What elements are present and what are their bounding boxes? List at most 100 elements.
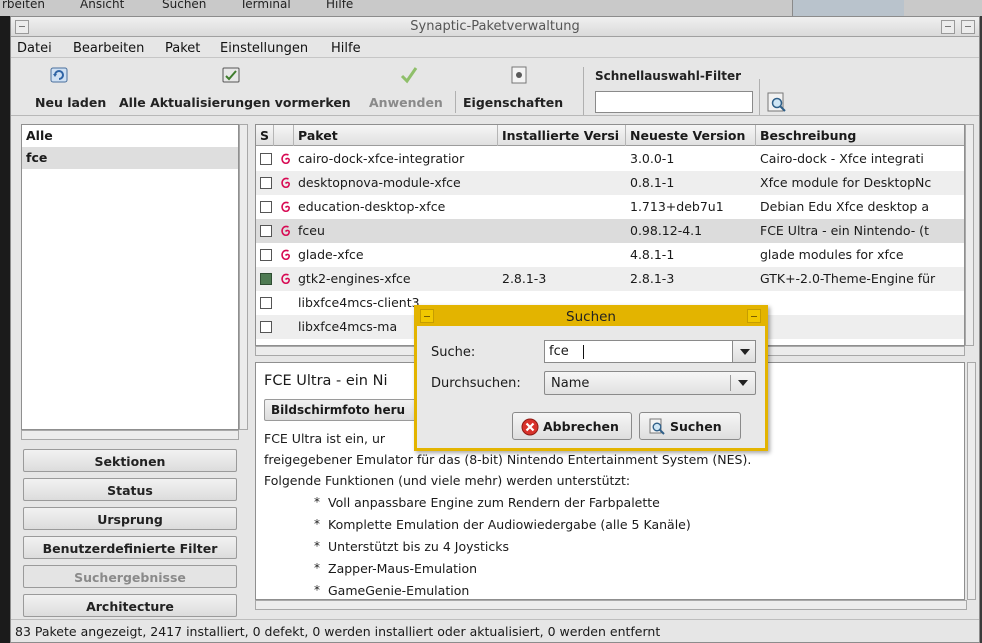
checkmark-icon bbox=[400, 67, 418, 84]
dialog-close-button[interactable] bbox=[747, 309, 761, 323]
column-header-support[interactable] bbox=[274, 125, 294, 146]
table-row[interactable]: cairo-dock-xfce-integratior 3.0.0-1 Cairo-… bbox=[256, 147, 964, 171]
search-input[interactable]: fce bbox=[544, 340, 742, 363]
package-status-checkbox[interactable] bbox=[260, 225, 272, 237]
package-name: education-desktop-xfce bbox=[298, 199, 446, 214]
table-row[interactable]: education-desktop-xfce 1.713+deb7u1 Debian… bbox=[256, 195, 964, 219]
search-dialog: Suchen Suche: fce Durchsuchen: Name Abbr… bbox=[414, 305, 768, 451]
menu-bearbeiten[interactable]: Bearbeiten bbox=[73, 41, 144, 56]
table-header: S Paket Installierte Versi Neueste Versi… bbox=[256, 125, 964, 146]
filter-search-icon[interactable] bbox=[765, 91, 789, 115]
package-description: Debian Edu Xfce desktop a bbox=[760, 199, 930, 214]
package-status-checkbox[interactable] bbox=[260, 177, 272, 189]
bg-menu-item: Hilfe bbox=[326, 0, 354, 11]
column-header-status[interactable]: S bbox=[256, 125, 274, 146]
filter-list: Alle fce bbox=[21, 124, 239, 430]
cancel-label: Abbrechen bbox=[543, 419, 619, 434]
origin-button[interactable]: Ursprung bbox=[23, 507, 237, 530]
apply-button[interactable]: Anwenden bbox=[369, 59, 451, 116]
debian-swirl-icon bbox=[281, 249, 290, 261]
cancel-button[interactable]: Abbrechen bbox=[512, 412, 632, 440]
package-status-checkbox[interactable] bbox=[260, 273, 272, 285]
window-close-button[interactable] bbox=[961, 20, 975, 34]
package-name: cairo-dock-xfce-integratior bbox=[298, 151, 465, 166]
sections-button[interactable]: Sektionen bbox=[23, 449, 237, 472]
installed-version: 2.8.1-3 bbox=[502, 271, 547, 286]
package-status-checkbox[interactable] bbox=[260, 297, 272, 309]
properties-button[interactable]: Eigenschaften bbox=[463, 59, 567, 116]
quick-filter-label: Schnellauswahl-Filter bbox=[595, 69, 742, 83]
window-titlebar[interactable]: Synaptic-Paketverwaltung bbox=[11, 17, 979, 37]
filter-list-vscrollbar[interactable] bbox=[239, 124, 248, 430]
menu-einstellungen[interactable]: Einstellungen bbox=[220, 41, 308, 56]
window-title: Synaptic-Paketverwaltung bbox=[410, 19, 580, 34]
latest-version: 0.98.12-4.1 bbox=[630, 223, 703, 238]
status-button[interactable]: Status bbox=[23, 478, 237, 501]
status-bar: 83 Pakete angezeigt, 2417 installiert, 0… bbox=[11, 619, 979, 641]
dialog-titlebar[interactable]: Suchen bbox=[417, 308, 765, 326]
reload-label: Neu laden bbox=[35, 95, 107, 110]
mark-all-upgrades-button[interactable]: Alle Aktualisierungen vormerken bbox=[119, 59, 367, 116]
architecture-button[interactable]: Architecture bbox=[23, 594, 237, 617]
description-title: FCE Ultra - ein Ni bbox=[264, 373, 388, 389]
menu-datei[interactable]: Datei bbox=[17, 41, 52, 56]
debian-swirl-icon bbox=[281, 153, 290, 165]
toolbar-separator bbox=[455, 91, 456, 113]
filter-item-fce[interactable]: fce bbox=[22, 147, 238, 169]
debian-swirl-icon bbox=[281, 273, 290, 285]
column-header-latest-version[interactable]: Neueste Version bbox=[626, 125, 756, 146]
bullet-mark: * bbox=[314, 517, 320, 531]
properties-icon bbox=[511, 66, 527, 84]
filter-list-hscrollbar[interactable] bbox=[21, 430, 239, 440]
cancel-icon bbox=[521, 418, 539, 436]
menu-paket[interactable]: Paket bbox=[165, 41, 200, 56]
mark-all-upgrades-label: Alle Aktualisierungen vormerken bbox=[119, 95, 351, 110]
reload-button[interactable]: Neu laden bbox=[15, 59, 107, 116]
column-header-installed-version[interactable]: Installierte Versi bbox=[498, 125, 626, 146]
package-status-checkbox[interactable] bbox=[260, 153, 272, 165]
package-description: glade modules for xfce bbox=[760, 247, 904, 262]
bullet-mark: * bbox=[314, 561, 320, 575]
bg-menu-item: Ansicht bbox=[80, 0, 125, 11]
menu-hilfe[interactable]: Hilfe bbox=[331, 41, 361, 56]
description-vscrollbar[interactable] bbox=[967, 362, 976, 600]
custom-filters-button[interactable]: Benutzerdefinierte Filter bbox=[23, 536, 237, 559]
table-row[interactable]: glade-xfce 4.8.1-1 glade modules for xfce bbox=[256, 243, 964, 267]
chevron-down-icon bbox=[738, 380, 748, 386]
table-row[interactable]: fceu 0.98.12-4.1 FCE Ultra - ein Nintendo-… bbox=[256, 219, 964, 243]
quick-filter-input[interactable] bbox=[595, 91, 753, 113]
dialog-title: Suchen bbox=[566, 309, 616, 325]
menubar: Datei Bearbeiten Paket Einstellungen Hil… bbox=[11, 38, 979, 58]
window-shade-button[interactable] bbox=[941, 20, 955, 34]
feature-item: Unterstützt bis zu 4 Joysticks bbox=[328, 539, 509, 554]
filter-item-alle[interactable]: Alle bbox=[22, 125, 238, 147]
table-row[interactable]: gtk2-engines-xfce 2.8.1-3 2.8.1-3 GTK+-2.0-… bbox=[256, 267, 964, 291]
package-status-checkbox[interactable] bbox=[260, 249, 272, 261]
debian-swirl-icon bbox=[281, 225, 290, 237]
column-header-package[interactable]: Paket bbox=[294, 125, 498, 146]
apply-label: Anwenden bbox=[369, 95, 443, 110]
search-label-btn: Suchen bbox=[670, 419, 722, 434]
package-status-checkbox[interactable] bbox=[260, 201, 272, 213]
description-hscrollbar[interactable] bbox=[255, 600, 967, 610]
package-table-vscrollbar[interactable] bbox=[965, 124, 974, 346]
architecture-label: Architecture bbox=[86, 599, 174, 614]
debian-swirl-icon bbox=[281, 201, 290, 213]
column-header-description[interactable]: Beschreibung bbox=[756, 125, 964, 146]
properties-label: Eigenschaften bbox=[463, 95, 564, 110]
scope-select[interactable]: Name bbox=[544, 371, 756, 395]
table-row[interactable]: desktopnova-module-xfce 0.8.1-1 Xfce modul… bbox=[256, 171, 964, 195]
status-label: Status bbox=[107, 483, 153, 498]
feature-item: Zapper-Maus-Emulation bbox=[328, 561, 478, 576]
search-button[interactable]: Suchen bbox=[639, 412, 741, 440]
package-status-checkbox[interactable] bbox=[260, 321, 272, 333]
search-history-dropdown[interactable] bbox=[732, 340, 756, 363]
toolbar-separator bbox=[759, 79, 760, 115]
bg-menu-item: Terminal bbox=[240, 0, 291, 11]
search-results-button[interactable]: Suchergebnisse bbox=[23, 565, 237, 588]
latest-version: 0.8.1-1 bbox=[630, 175, 675, 190]
debian-swirl-icon bbox=[281, 177, 290, 189]
package-name: gtk2-engines-xfce bbox=[298, 271, 411, 286]
bg-menu-item: rbeiten bbox=[2, 0, 45, 11]
combo-separator bbox=[730, 375, 731, 391]
